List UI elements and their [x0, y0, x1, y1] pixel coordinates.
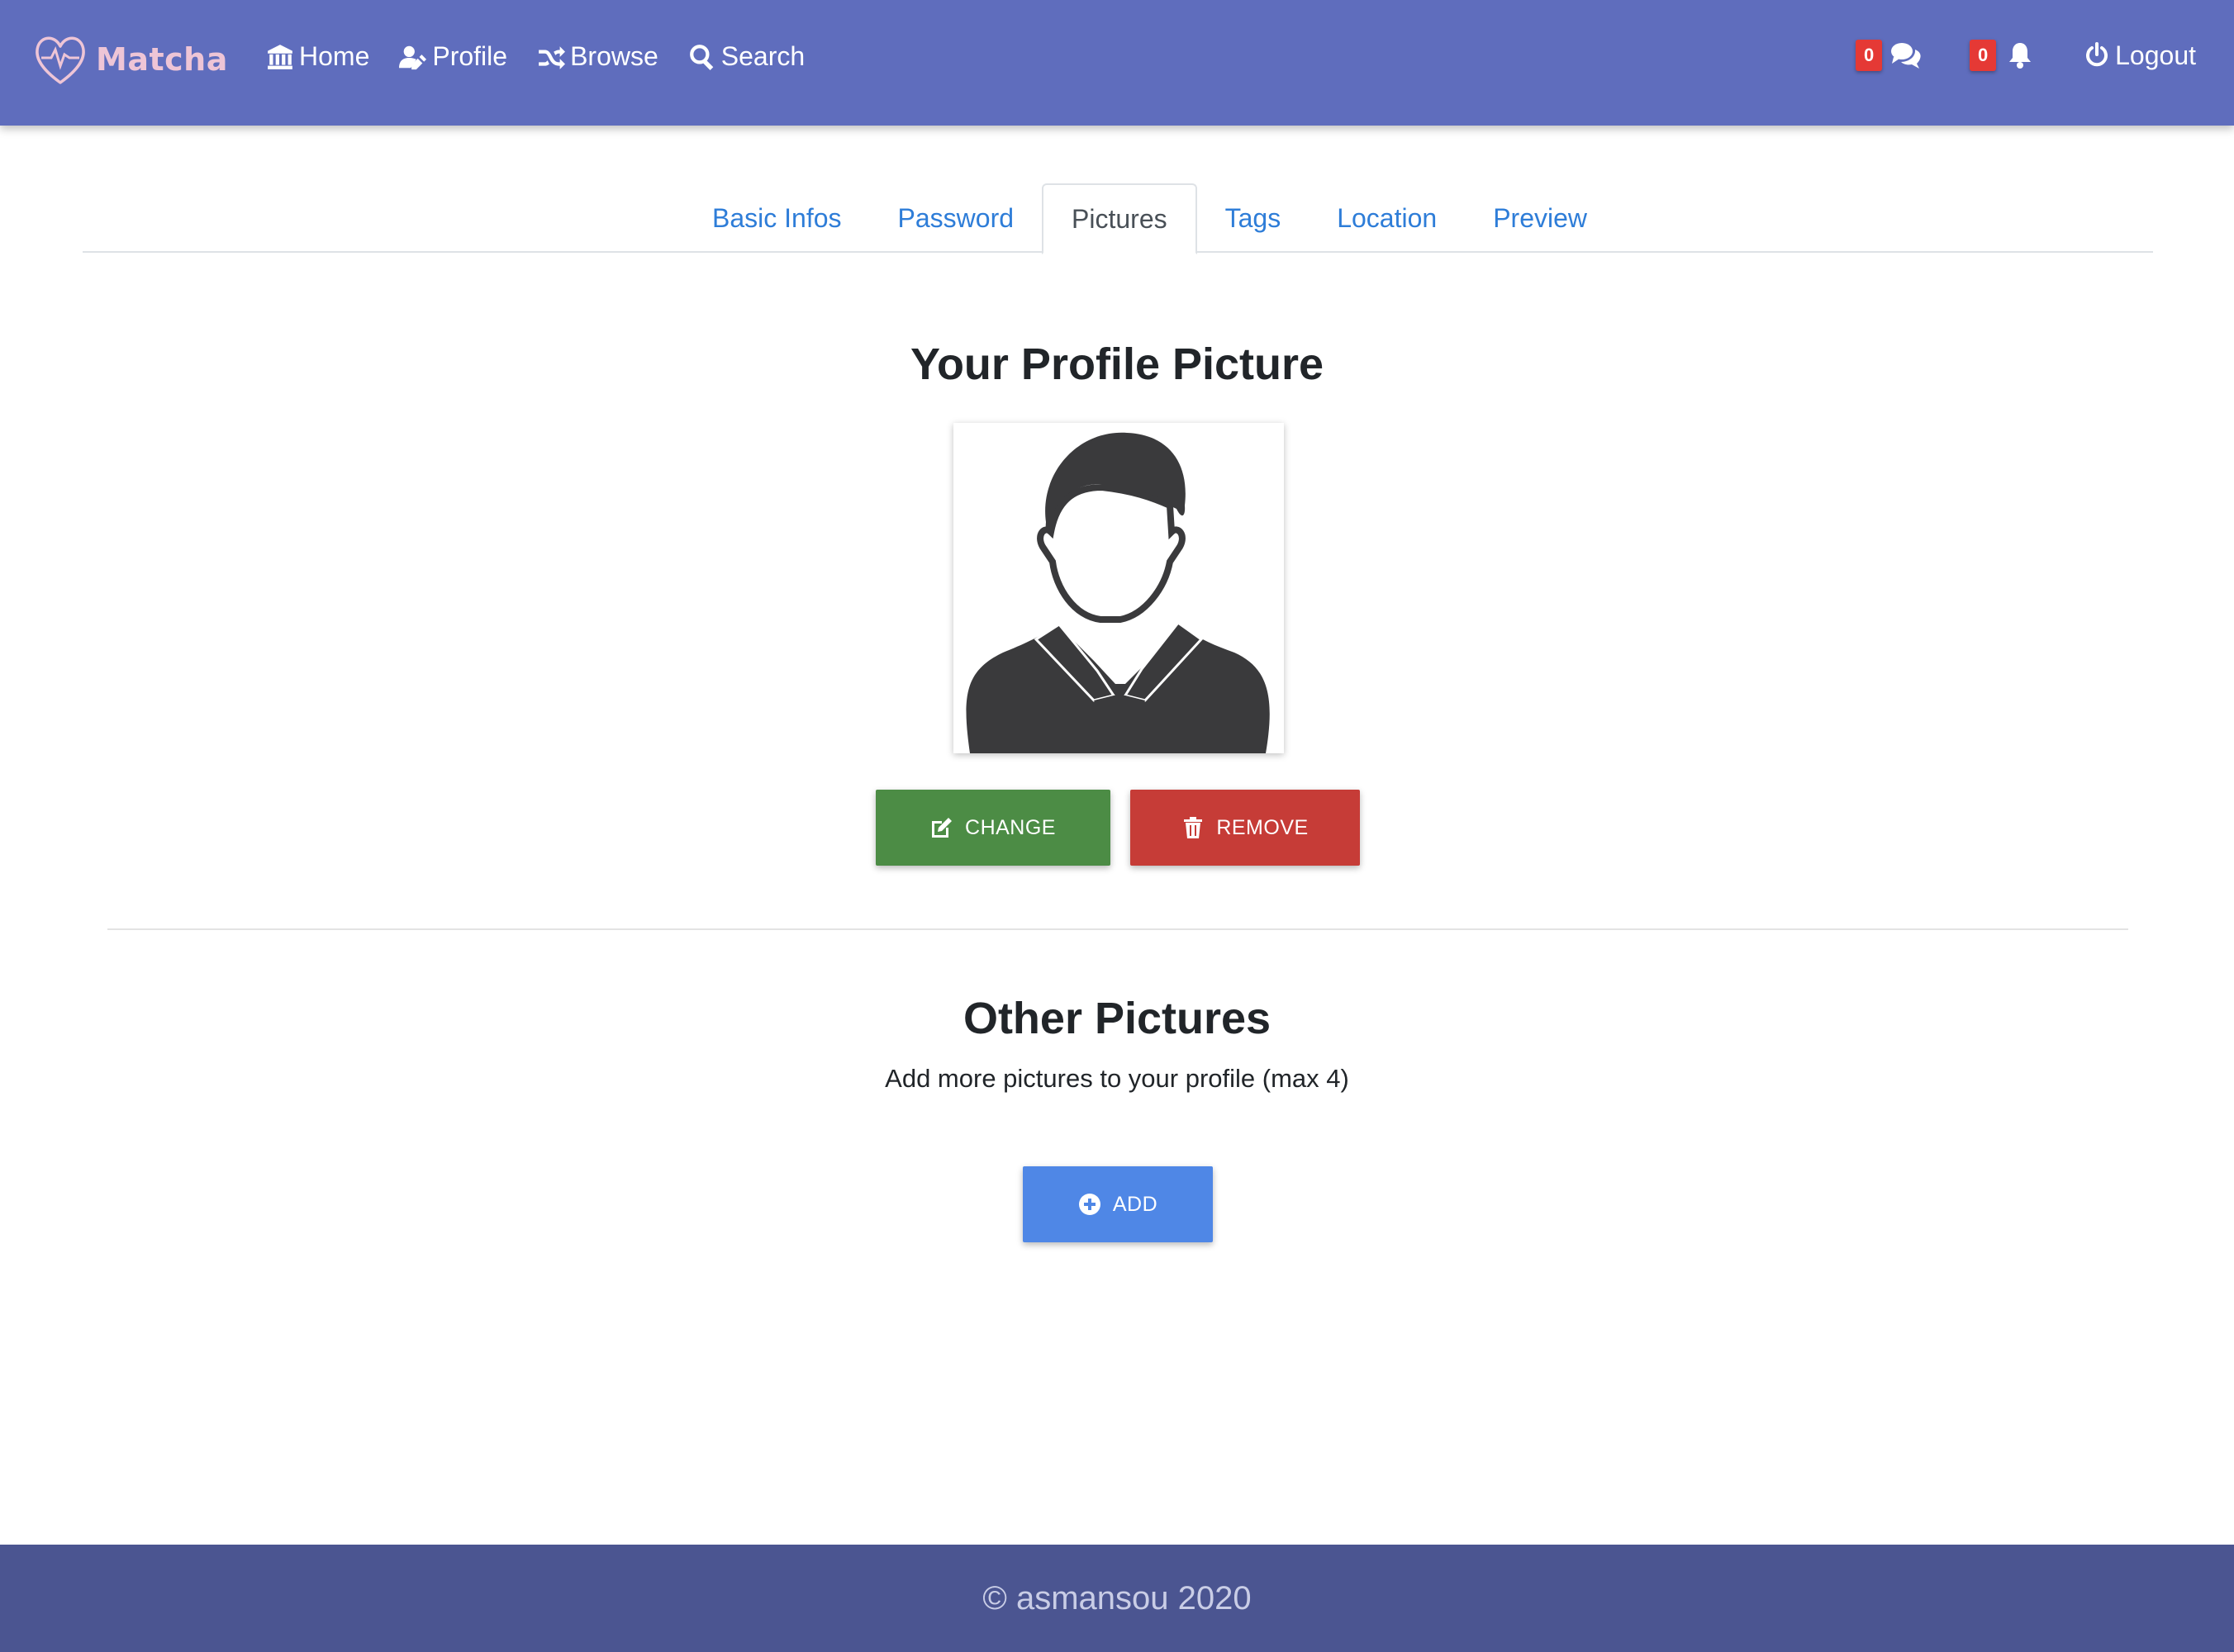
messages-button[interactable]: 0: [1856, 40, 1922, 71]
change-picture-button[interactable]: CHANGE: [876, 790, 1110, 866]
nav-browse-label: Browse: [570, 41, 658, 71]
other-pictures-heading: Other Pictures: [963, 994, 1271, 1043]
messages-count-badge: 0: [1856, 40, 1883, 71]
brand-name: Matcha: [96, 41, 228, 78]
tab-pictures[interactable]: Pictures: [1042, 183, 1197, 254]
logout-label: Logout: [2115, 40, 2196, 70]
heart-pulse-icon: [36, 36, 85, 84]
search-icon: [689, 44, 714, 70]
bank-icon: [268, 44, 292, 69]
remove-picture-button[interactable]: REMOVE: [1130, 790, 1360, 866]
footer: © asmansou 2020: [0, 1545, 2234, 1652]
bell-icon: [2009, 43, 2032, 69]
tab-tags[interactable]: Tags: [1197, 183, 1310, 253]
nav-home[interactable]: Home: [266, 41, 369, 72]
profile-picture: [953, 423, 1284, 753]
tab-preview[interactable]: Preview: [1465, 183, 1615, 253]
user-edit-icon: [399, 45, 427, 69]
notifications-count-badge: 0: [1970, 40, 1997, 71]
tab-basic-infos[interactable]: Basic Infos: [684, 183, 870, 253]
nav-profile[interactable]: Profile: [399, 41, 507, 72]
nav-home-label: Home: [299, 41, 370, 71]
settings-tabs: Basic Infos Password Pictures Tags Locat…: [83, 183, 2153, 254]
notifications-button[interactable]: 0: [1970, 40, 2036, 71]
nav-search-label: Search: [720, 41, 806, 71]
top-navbar: Matcha Home Profile Browse Search 0 0 Lo…: [0, 0, 2234, 126]
brand-logo[interactable]: Matcha: [31, 30, 228, 89]
logout-button[interactable]: Logout: [2084, 40, 2196, 71]
avatar-placeholder-icon: [966, 432, 1270, 753]
remove-label: REMOVE: [1216, 815, 1309, 839]
nav-search[interactable]: Search: [688, 41, 805, 72]
shuffle-icon: [539, 45, 566, 69]
change-label: CHANGE: [965, 815, 1056, 839]
nav-profile-label: Profile: [432, 41, 508, 71]
add-label: ADD: [1112, 1192, 1158, 1216]
profile-picture-heading: Your Profile Picture: [910, 339, 1324, 389]
section-divider: [107, 928, 2128, 930]
trash-icon: [1184, 817, 1203, 838]
nav-browse[interactable]: Browse: [537, 41, 658, 72]
other-pictures-subtitle: Add more pictures to your profile (max 4…: [885, 1064, 1349, 1093]
footer-copyright: © asmansou 2020: [982, 1579, 1252, 1616]
tab-password[interactable]: Password: [870, 183, 1043, 253]
power-icon: [2086, 42, 2108, 67]
comments-icon: [1891, 43, 1921, 69]
plus-circle-icon: [1078, 1194, 1100, 1215]
tab-location[interactable]: Location: [1309, 183, 1465, 253]
edit-icon: [932, 818, 953, 838]
add-picture-button[interactable]: ADD: [1023, 1166, 1213, 1242]
